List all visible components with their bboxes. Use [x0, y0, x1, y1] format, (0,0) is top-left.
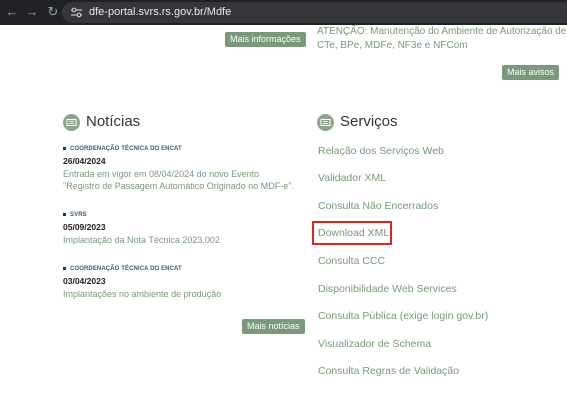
news-item: COORDENAÇÃO TÉCNICA DO ENCAT 26/04/2024 … [63, 145, 303, 192]
news-item: COORDENAÇÃO TÉCNICA DO ENCAT 03/04/2023 … [63, 265, 303, 300]
attention-notice[interactable]: ATENÇÃO: Manutenção do Ambiente de Autor… [317, 25, 567, 53]
arrow-left-icon[interactable]: ← [4, 4, 20, 20]
news-date: 05/09/2023 [63, 222, 106, 232]
attention-line-2[interactable]: CTe, BPe, MDFe, NF3e e NFCom [317, 39, 567, 53]
service-link-visualizador-schema[interactable]: Visualizador de Schema [318, 338, 431, 351]
download-xml-highlight [312, 221, 392, 245]
news-title-line[interactable]: "Registro de Passagem Automático Origina… [63, 180, 303, 192]
service-link-consulta-regras-validacao[interactable]: Consulta Regras de Validação [318, 365, 459, 378]
url-text[interactable]: dfe-portal.svrs.rs.gov.br/Mdfe [89, 6, 231, 19]
news-title-line[interactable]: Implantação da Nota Técnica 2023.002 [63, 234, 303, 246]
news-title-line[interactable]: Implantações no ambiente de produção [63, 288, 303, 300]
list-icon [317, 114, 334, 131]
list-icon-glyph [320, 119, 331, 126]
address-bar[interactable]: dfe-portal.svrs.rs.gov.br/Mdfe [62, 2, 567, 23]
service-link-consulta-publica[interactable]: Consulta Pública (exige login gov.br) [318, 310, 488, 323]
newspaper-icon-glyph [66, 119, 77, 126]
service-link-disponibilidade-web-services[interactable]: Disponibilidade Web Services [318, 283, 457, 296]
news-title-link[interactable]: Entrada em vigor em 08/04/2024 do novo E… [63, 168, 303, 192]
news-source: COORDENAÇÃO TÉCNICA DO ENCAT [63, 145, 303, 154]
service-link-relacao-servicos-web[interactable]: Relação dos Serviços Web [318, 145, 444, 158]
attention-line-1[interactable]: ATENÇÃO: Manutenção do Ambiente de Autor… [317, 25, 567, 39]
news-title-line[interactable]: Entrada em vigor em 08/04/2024 do novo E… [63, 168, 303, 180]
noticias-title: Notícias [86, 113, 141, 130]
arrow-right-icon[interactable]: → [24, 4, 40, 20]
mais-noticias-button[interactable]: Mais notícias [242, 319, 305, 334]
news-title-link[interactable]: Implantação da Nota Técnica 2023.002 [63, 234, 303, 246]
news-title-link[interactable]: Implantações no ambiente de produção [63, 288, 303, 300]
news-item: SVRS 05/09/2023 Implantação da Nota Técn… [63, 211, 303, 246]
service-link-consulta-ccc[interactable]: Consulta CCC [318, 255, 385, 268]
newspaper-icon [63, 114, 80, 131]
mais-informacoes-button[interactable]: Mais informações [225, 32, 306, 47]
reload-icon[interactable]: ↻ [45, 4, 61, 20]
news-date: 26/04/2024 [63, 156, 106, 166]
servicos-title: Serviços [340, 113, 398, 130]
service-link-validador-xml[interactable]: Validador XML [318, 172, 386, 185]
news-date: 03/04/2023 [63, 276, 106, 286]
service-link-consulta-nao-encerrados[interactable]: Consulta Não Encerrados [318, 200, 438, 213]
news-source: COORDENAÇÃO TÉCNICA DO ENCAT [63, 265, 303, 274]
news-source: SVRS [63, 211, 303, 220]
tune-icon[interactable] [70, 6, 83, 19]
mais-avisos-button[interactable]: Mais avisos [502, 65, 560, 80]
browser-toolbar: ← → ↻ dfe-portal.svrs.rs.gov.br/Mdfe [0, 0, 567, 25]
